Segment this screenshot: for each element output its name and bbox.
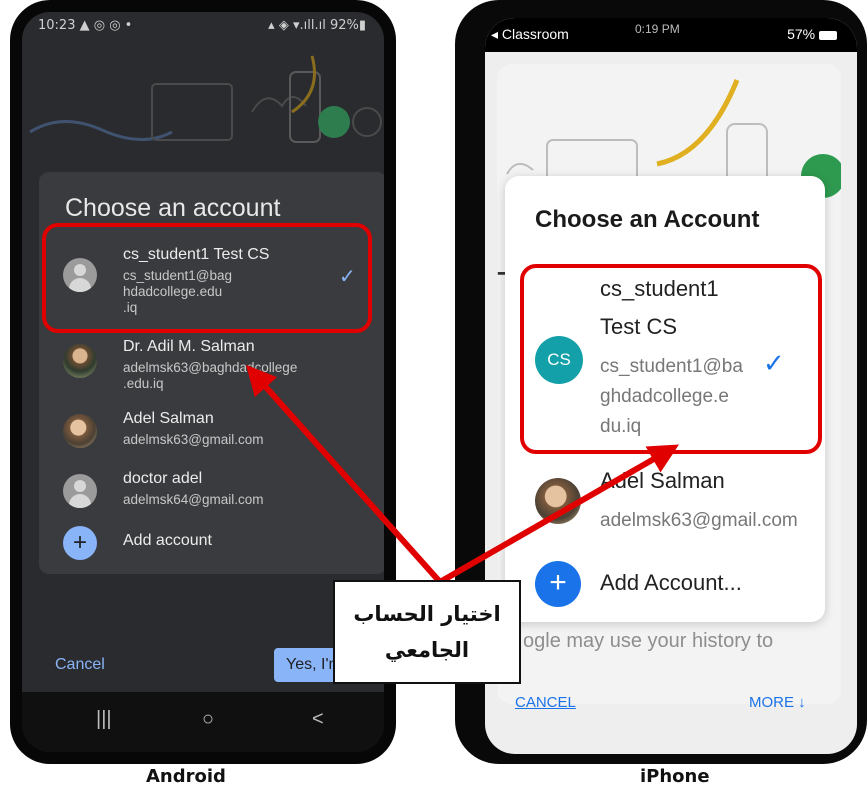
callout-line-1: اختيار الحساب — [353, 602, 501, 626]
callout-line-2: الجامعي — [384, 638, 470, 662]
android-caption: Android — [146, 766, 226, 787]
arabic-callout-box: اختيار الحساب الجامعي — [333, 580, 521, 684]
iphone-caption: iPhone — [640, 766, 710, 787]
